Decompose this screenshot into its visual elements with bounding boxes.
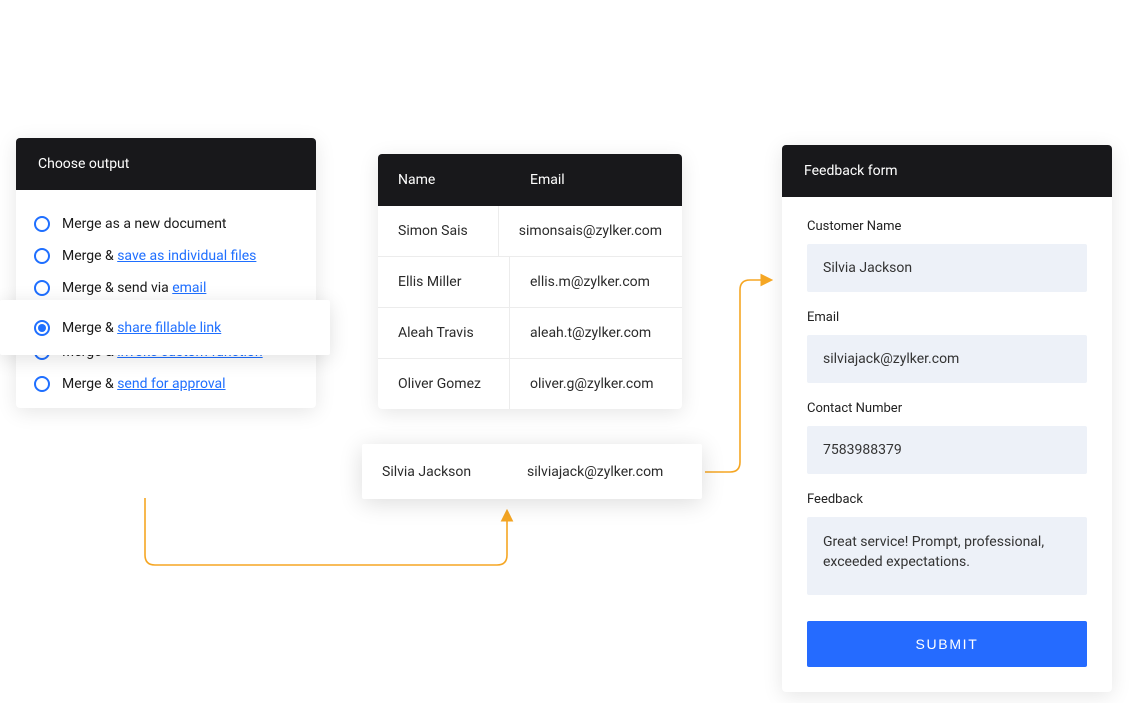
cell-email: aleah.t@zylker.com xyxy=(510,308,682,358)
cell-name: Simon Sais xyxy=(378,206,499,256)
cell-email: silviajack@zylker.com xyxy=(507,464,702,480)
option-merge-new-document[interactable]: Merge as a new document xyxy=(34,208,298,240)
label-customer-name: Customer Name xyxy=(807,219,1087,234)
radio-icon xyxy=(34,248,50,264)
table-row[interactable]: Simon Sais simonsais@zylker.com xyxy=(378,206,682,256)
label-feedback: Feedback xyxy=(807,492,1087,507)
table-header: Name Email xyxy=(378,154,682,206)
feedback-form-title: Feedback form xyxy=(782,145,1112,197)
data-table-panel: Name Email Simon Sais simonsais@zylker.c… xyxy=(378,154,682,409)
cell-name: Aleah Travis xyxy=(378,308,510,358)
cell-name: Oliver Gomez xyxy=(378,359,510,409)
choose-output-title: Choose output xyxy=(16,138,316,190)
table-header-name: Name xyxy=(378,154,510,206)
table-header-email: Email xyxy=(510,154,682,206)
feedback-form-body: Customer Name Email Contact Number Feedb… xyxy=(782,197,1112,692)
feedback-field[interactable] xyxy=(807,517,1087,595)
email-field[interactable] xyxy=(807,335,1087,383)
cell-email: ellis.m@zylker.com xyxy=(510,257,682,307)
option-label: Merge & share fillable link xyxy=(62,320,221,336)
table-row[interactable]: Ellis Miller ellis.m@zylker.com xyxy=(378,256,682,307)
radio-icon xyxy=(34,280,50,296)
table-row[interactable]: Oliver Gomez oliver.g@zylker.com xyxy=(378,358,682,409)
option-share-fillable-link[interactable]: Merge & share fillable link xyxy=(0,300,330,355)
label-email: Email xyxy=(807,310,1087,325)
contact-number-field[interactable] xyxy=(807,426,1087,474)
submit-button[interactable]: SUBMIT xyxy=(807,621,1087,667)
table-row-highlighted[interactable]: Silvia Jackson silviajack@zylker.com xyxy=(362,444,702,499)
cell-name: Ellis Miller xyxy=(378,257,510,307)
table-row[interactable]: Aleah Travis aleah.t@zylker.com xyxy=(378,307,682,358)
table-body: Simon Sais simonsais@zylker.com Ellis Mi… xyxy=(378,206,682,409)
label-contact-number: Contact Number xyxy=(807,401,1087,416)
output-options-list: Merge as a new document Merge & save as … xyxy=(16,190,316,408)
option-label: Merge & send for approval xyxy=(62,376,226,392)
feedback-form-panel: Feedback form Customer Name Email Contac… xyxy=(782,145,1112,692)
option-save-individual-files[interactable]: Merge & save as individual files xyxy=(34,240,298,272)
radio-icon xyxy=(34,376,50,392)
option-send-for-approval[interactable]: Merge & send for approval xyxy=(34,368,298,400)
cell-name: Silvia Jackson xyxy=(362,464,507,480)
option-label: Merge & save as individual files xyxy=(62,248,256,264)
customer-name-field[interactable] xyxy=(807,244,1087,292)
radio-selected-icon xyxy=(34,320,50,336)
cell-email: simonsais@zylker.com xyxy=(499,206,682,256)
option-label: Merge & send via email xyxy=(62,280,206,296)
cell-email: oliver.g@zylker.com xyxy=(510,359,682,409)
choose-output-panel: Choose output Merge as a new document Me… xyxy=(16,138,316,408)
option-label: Merge as a new document xyxy=(62,216,227,232)
radio-icon xyxy=(34,216,50,232)
